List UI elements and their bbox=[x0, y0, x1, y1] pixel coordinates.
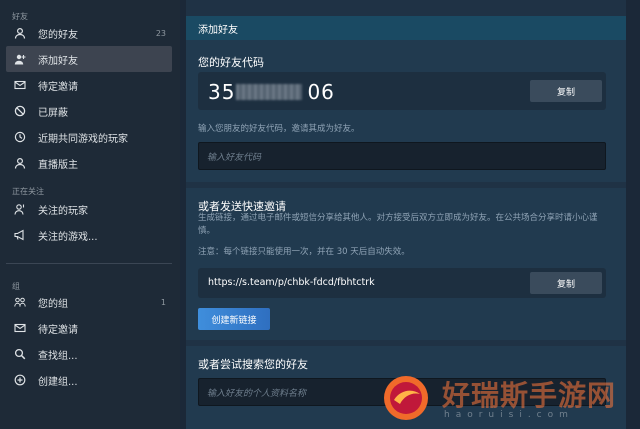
sidebar-item-blocked[interactable]: 已屏蔽 bbox=[6, 98, 172, 124]
sidebar-item-create-group[interactable]: 创建组... bbox=[6, 367, 172, 393]
sidebar-item-your-groups[interactable]: 您的组 1 bbox=[6, 289, 172, 315]
sidebar-item-label: 创建组... bbox=[38, 376, 78, 388]
quick-invite-note: 注意：每个链接只能使用一次，并在 30 天后自动失效。 bbox=[198, 247, 410, 257]
main-panel: 添加好友 您的好友代码 35 06 复制 输入您朋友的好友代码，邀请其成为好友。 … bbox=[186, 0, 626, 429]
create-new-link-button[interactable]: 创建新链接 bbox=[198, 308, 270, 330]
follow-person-icon bbox=[14, 203, 26, 215]
page-title: 添加好友 bbox=[186, 16, 626, 40]
groups-count: 1 bbox=[160, 297, 166, 307]
quick-invite-card: 或者发送快速邀请 生成链接，通过电子邮件或短信分享给其他人。对方接受后双方立即成… bbox=[186, 188, 626, 340]
sidebar-item-label: 待定邀请 bbox=[38, 324, 78, 336]
redacted-code-blur bbox=[236, 84, 302, 100]
friend-code-title: 您的好友代码 bbox=[198, 56, 264, 69]
person-icon bbox=[14, 27, 26, 39]
megaphone-icon bbox=[14, 229, 26, 241]
sidebar-item-label: 待定邀请 bbox=[38, 81, 78, 93]
invite-link[interactable]: https://s.team/p/chbk-fdcd/fbhtctrk bbox=[208, 277, 375, 288]
friend-code-start: 35 bbox=[208, 80, 236, 104]
sidebar-item-label: 查找组... bbox=[38, 350, 78, 362]
copy-link-button[interactable]: 复制 bbox=[530, 272, 602, 294]
invite-link-box: https://s.team/p/chbk-fdcd/fbhtctrk 复制 bbox=[198, 268, 606, 298]
friend-code-hint: 输入您朋友的好友代码，邀请其成为好友。 bbox=[198, 124, 360, 134]
sidebar-item-label: 您的组 bbox=[38, 298, 68, 310]
sidebar-item-pending-invites[interactable]: 待定邀请 bbox=[6, 72, 172, 98]
sidebar-item-label: 直播版主 bbox=[38, 159, 78, 171]
sidebar-item-group-invites[interactable]: 待定邀请 bbox=[6, 315, 172, 341]
sidebar-item-followed-games[interactable]: 关注的游戏... bbox=[6, 222, 172, 248]
watermark-subtext: haoruisi.com bbox=[444, 410, 574, 420]
sidebar-item-label: 关注的游戏... bbox=[38, 231, 98, 243]
watermark-text: 好瑞斯手游网 bbox=[442, 379, 617, 412]
person-icon bbox=[14, 157, 26, 169]
plus-circle-icon bbox=[14, 374, 26, 386]
friends-count: 23 bbox=[155, 28, 166, 38]
sidebar-item-label: 已屏蔽 bbox=[38, 107, 68, 119]
friend-code-input[interactable]: 输入好友代码 bbox=[198, 142, 606, 170]
sidebar-item-broadcast-moderators[interactable]: 直播版主 bbox=[6, 150, 172, 176]
friend-code-card: 您的好友代码 35 06 复制 输入您朋友的好友代码，邀请其成为好友。 输入好友代… bbox=[186, 40, 626, 182]
sidebar-item-find-groups[interactable]: 查找组... bbox=[6, 341, 172, 367]
envelope-icon bbox=[14, 79, 26, 91]
sidebar-item-label: 添加好友 bbox=[38, 55, 78, 67]
search-icon bbox=[14, 348, 26, 360]
search-friends-title: 或者尝试搜索您的好友 bbox=[198, 358, 308, 371]
sidebar-item-label: 近期共同游戏的玩家 bbox=[38, 133, 128, 145]
sidebar: 好友 您的好友 23 添加好友 待定邀请 已屏蔽 近期共同游戏的玩家 直播版主 … bbox=[0, 0, 180, 429]
friend-code-box: 35 06 复制 bbox=[198, 72, 606, 110]
sidebar-item-your-friends[interactable]: 您的好友 23 bbox=[6, 20, 172, 46]
sidebar-divider bbox=[6, 263, 172, 264]
group-icon bbox=[14, 296, 26, 308]
watermark-logo-icon bbox=[384, 376, 428, 420]
quick-invite-description: 生成链接，通过电子邮件或短信分享给其他人。对方接受后双方立即成为好友。在公共场合… bbox=[198, 213, 598, 236]
add-person-icon bbox=[14, 53, 26, 65]
copy-code-button[interactable]: 复制 bbox=[530, 80, 602, 102]
clock-icon bbox=[14, 131, 26, 143]
sidebar-item-add-friend[interactable]: 添加好友 bbox=[6, 46, 172, 72]
sidebar-item-followed-players[interactable]: 关注的玩家 bbox=[6, 196, 172, 222]
block-icon bbox=[14, 105, 26, 117]
sidebar-item-label: 您的好友 bbox=[38, 29, 78, 41]
friend-code-end: 06 bbox=[307, 80, 335, 104]
sidebar-item-label: 关注的玩家 bbox=[38, 205, 88, 217]
envelope-icon bbox=[14, 322, 26, 334]
sidebar-item-recent-players[interactable]: 近期共同游戏的玩家 bbox=[6, 124, 172, 150]
watermark: 好瑞斯手游网 haoruisi.com bbox=[382, 370, 634, 426]
